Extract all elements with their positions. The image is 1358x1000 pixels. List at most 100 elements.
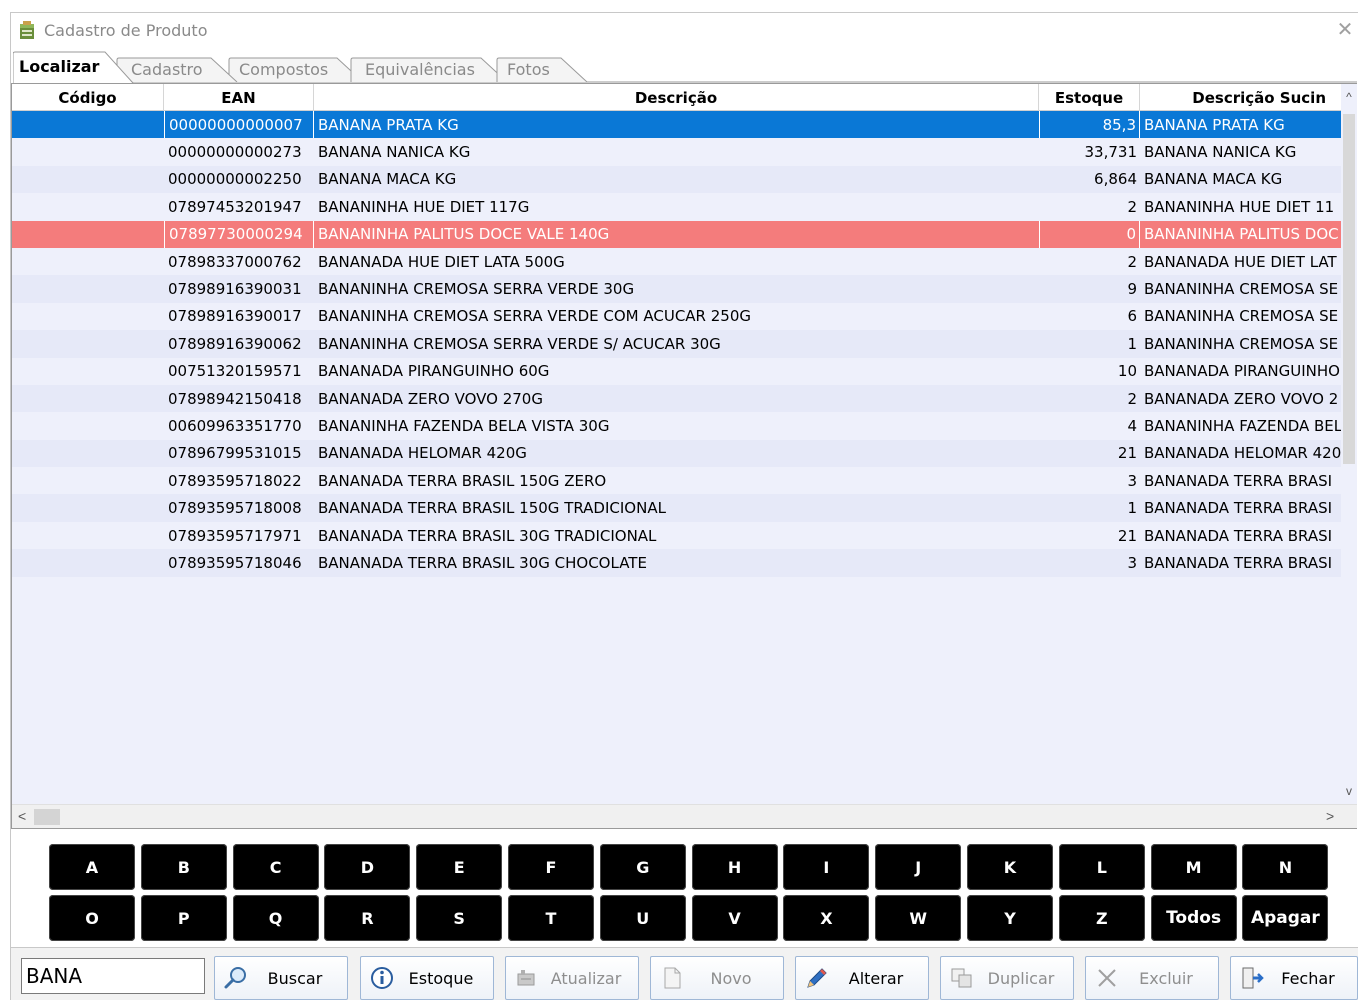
key-n[interactable]: N — [1242, 844, 1329, 890]
column-header-codigo[interactable]: Código — [12, 84, 164, 111]
key-g[interactable]: G — [599, 844, 686, 890]
table-row[interactable]: 00751320159571 BANANADA PIRANGUINHO 60G 10… — [12, 357, 1344, 385]
cell-descricao: BANANADA HUE DIET LATA 500G — [318, 252, 565, 271]
table-row[interactable]: 07898916390017 BANANINHA CREMOSA SERRA VE… — [12, 302, 1344, 331]
cell-ean: 00000000000273 — [168, 143, 302, 162]
estoque-button[interactable]: Estoque — [360, 956, 494, 1000]
cell-descricao: BANANADA PIRANGUINHO 60G — [318, 362, 550, 381]
atualizar-button[interactable]: Atualizar — [505, 956, 639, 1000]
scroll-down-icon[interactable]: v — [1341, 784, 1357, 800]
tab-equivalencias[interactable]: Equivalências — [365, 60, 475, 79]
key-f[interactable]: F — [508, 844, 594, 890]
tab-cadastro[interactable]: Cadastro — [131, 60, 203, 79]
key-p[interactable]: P — [140, 895, 227, 941]
table-row[interactable]: 07893595718022 BANANADA TERRA BRASIL 150G… — [12, 467, 1344, 495]
cell-estoque: 1 — [1127, 334, 1137, 353]
novo-label: Novo — [710, 968, 752, 988]
table-row[interactable]: 07893595717971 BANANADA TERRA BRASIL 30G … — [12, 521, 1344, 550]
cell-codigo — [12, 549, 164, 576]
alterar-button[interactable]: Alterar — [795, 956, 929, 1000]
estoque-label: Estoque — [408, 968, 474, 988]
key-a[interactable]: A — [49, 844, 135, 890]
key-c[interactable]: C — [232, 844, 319, 890]
key-s[interactable]: S — [416, 895, 503, 941]
table-row[interactable]: 07898942150418 BANANADA ZERO VOVO 270G 2 BA… — [12, 384, 1344, 413]
cell-codigo — [12, 358, 164, 385]
scroll-up-icon[interactable]: ^ — [1341, 90, 1357, 106]
table-row[interactable]: 07897453201947 BANANINHA HUE DIET 117G 2 BA… — [12, 193, 1344, 221]
buscar-label: Buscar — [267, 968, 323, 988]
key-w[interactable]: W — [875, 895, 962, 941]
key-m[interactable]: M — [1150, 844, 1237, 890]
cell-ean: 07893595717971 — [168, 526, 302, 545]
fechar-button[interactable]: Fechar — [1230, 956, 1358, 1000]
key-b[interactable]: B — [140, 844, 227, 890]
scroll-left-icon[interactable]: < — [18, 808, 26, 824]
table-row[interactable]: 00000000000273 BANANA NANICA KG 33,731 BANA… — [12, 138, 1344, 166]
key-l[interactable]: L — [1058, 844, 1145, 890]
key-h[interactable]: H — [691, 844, 778, 890]
cell-ean: 07893595718022 — [168, 471, 302, 490]
horizontal-scroll-thumb[interactable] — [34, 809, 60, 825]
table-row[interactable]: 07898916390031 BANANINHA CREMOSA SERRA VE… — [12, 275, 1344, 303]
cell-descricao: BANANADA TERRA BRASIL 30G CHOCOLATE — [318, 553, 647, 572]
table-row[interactable]: 07893595718008 BANANADA TERRA BRASIL 150G… — [12, 494, 1344, 522]
info-icon — [369, 965, 395, 991]
column-header-descricao[interactable]: Descrição — [314, 84, 1039, 111]
key-e[interactable]: E — [416, 844, 503, 890]
cell-estoque: 21 — [1117, 526, 1137, 545]
cell-ean: 07898916390031 — [168, 280, 302, 299]
key-d[interactable]: D — [324, 844, 411, 890]
vertical-scroll-thumb[interactable] — [1343, 114, 1355, 464]
cell-descricao-sucinta: BANANINHA CREMOSA SE — [1144, 334, 1339, 353]
vertical-scrollbar[interactable]: ^ v — [1341, 84, 1357, 802]
key-y[interactable]: Y — [967, 895, 1053, 941]
key-todos[interactable]: Todos — [1150, 895, 1237, 941]
cell-descricao-sucinta: BANANADA TERRA BRASI — [1144, 471, 1333, 490]
key-r[interactable]: R — [324, 895, 411, 941]
table-row[interactable]: 07898337000762 BANANADA HUE DIET LATA 500… — [12, 247, 1344, 276]
cell-codigo — [12, 494, 164, 521]
key-k[interactable]: K — [967, 844, 1053, 890]
horizontal-scrollbar[interactable]: < > — [12, 804, 1357, 828]
column-header-descricao-sucinta[interactable]: Descrição Sucin — [1140, 84, 1330, 111]
key-apagar[interactable]: Apagar — [1242, 895, 1329, 941]
key-u[interactable]: U — [599, 895, 686, 941]
table-row[interactable]: 07897730000294 BANANINHA PALITUS DOCE VAL… — [12, 220, 1344, 248]
key-v[interactable]: V — [691, 895, 778, 941]
buscar-button[interactable]: Buscar — [214, 956, 348, 1000]
column-header-estoque[interactable]: Estoque — [1039, 84, 1140, 111]
key-i[interactable]: I — [783, 844, 870, 890]
table-row[interactable]: 07898916390062 BANANINHA CREMOSA SERRA VE… — [12, 330, 1344, 358]
close-icon: ✕ — [1336, 19, 1354, 41]
search-input[interactable] — [21, 958, 205, 994]
scroll-right-icon[interactable]: > — [1326, 808, 1334, 824]
column-header-ean[interactable]: EAN — [164, 84, 314, 111]
duplicar-button[interactable]: Duplicar — [940, 956, 1074, 1000]
table-row[interactable]: 07893595718046 BANANADA TERRA BRASIL 30G … — [12, 549, 1344, 577]
table-row[interactable]: 00000000000007 BANANA PRATA KG 85,3 BANANA … — [12, 111, 1344, 139]
key-x[interactable]: X — [783, 895, 870, 941]
tab-fotos[interactable]: Fotos — [507, 60, 550, 79]
key-q[interactable]: Q — [232, 895, 319, 941]
key-j[interactable]: J — [875, 844, 962, 890]
key-o[interactable]: O — [49, 895, 135, 941]
novo-button[interactable]: Novo — [650, 956, 784, 1000]
window-title: Cadastro de Produto — [44, 20, 208, 40]
excluir-button[interactable]: Excluir — [1085, 956, 1219, 1000]
table-row[interactable]: 00000000002250 BANANA MACA KG 6,864 BANANA … — [12, 165, 1344, 194]
key-z[interactable]: Z — [1058, 895, 1145, 941]
duplicar-label: Duplicar — [987, 968, 1055, 988]
table-row[interactable]: 07896799531015 BANANADA HELOMAR 420G 21 BAN… — [12, 439, 1344, 468]
cell-codigo — [12, 303, 164, 330]
cell-estoque: 1 — [1127, 499, 1137, 518]
tab-compostos[interactable]: Compostos — [239, 60, 328, 79]
cell-estoque: 6 — [1127, 307, 1137, 326]
key-t[interactable]: T — [508, 895, 594, 941]
fechar-label: Fechar — [1281, 968, 1335, 988]
table-row[interactable]: 00609963351770 BANANINHA FAZENDA BELA VIS… — [12, 412, 1344, 440]
cell-ean: 07898916390017 — [168, 307, 302, 326]
close-button[interactable]: ✕ — [1334, 19, 1356, 41]
product-grid[interactable]: Código EAN Descrição Estoque Descrição S… — [11, 83, 1357, 829]
tab-localizar[interactable]: Localizar — [19, 57, 99, 76]
